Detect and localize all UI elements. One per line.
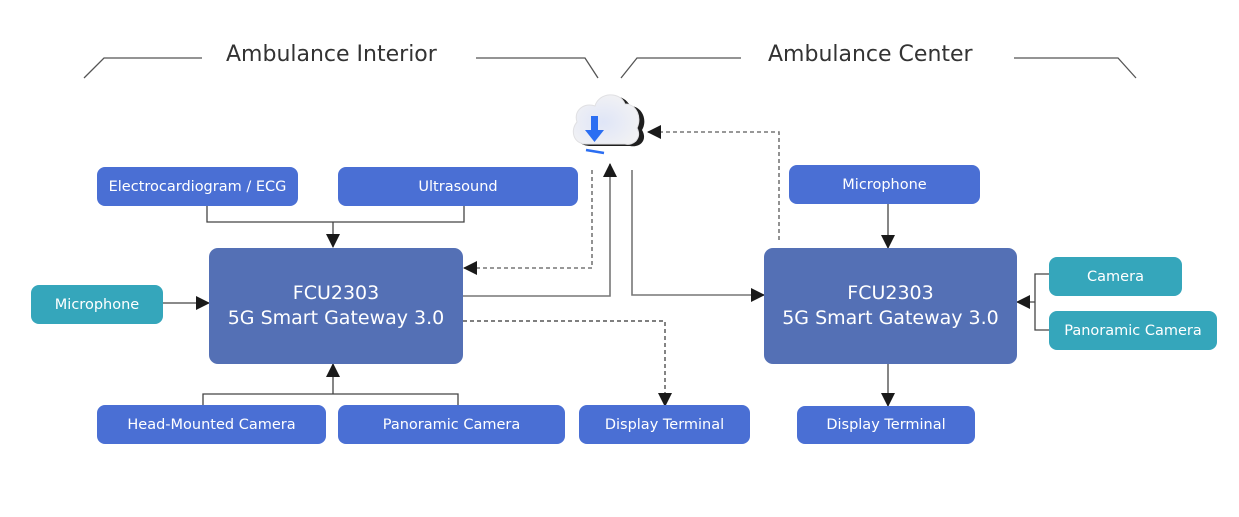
- node-left-panoramic-camera: Panoramic Camera: [338, 405, 565, 444]
- node-ecg: Electrocardiogram / ECG: [97, 167, 298, 206]
- connector-right-gateway-to-cloud: [647, 125, 780, 240]
- node-right-camera: Camera: [1049, 257, 1182, 296]
- left-gateway-name: 5G Smart Gateway 3.0: [227, 307, 445, 329]
- section-title-ambulance-center: Ambulance Center: [768, 42, 973, 67]
- right-gateway-name: 5G Smart Gateway 3.0: [782, 307, 999, 329]
- node-left-display-terminal: Display Terminal: [579, 405, 750, 444]
- connector-left-gateway-to-display: [463, 320, 672, 407]
- node-ultrasound: Ultrasound: [338, 167, 578, 206]
- node-right-panoramic-camera: Panoramic Camera: [1049, 311, 1217, 350]
- node-head-mounted-camera: Head-Mounted Camera: [97, 405, 326, 444]
- node-right-microphone: Microphone: [789, 165, 980, 204]
- right-gateway-model: FCU2303: [847, 282, 934, 304]
- left-gateway: FCU2303 5G Smart Gateway 3.0: [209, 248, 463, 364]
- left-gateway-model: FCU2303: [292, 282, 380, 304]
- section-title-ambulance-interior: Ambulance Interior: [226, 42, 437, 67]
- connector-cameras-to-left-gateway: [202, 363, 459, 405]
- right-gateway: FCU2303 5G Smart Gateway 3.0: [764, 248, 1017, 364]
- cloud-download-icon: [572, 94, 645, 155]
- node-left-microphone: Microphone: [31, 285, 163, 324]
- node-right-display-terminal: Display Terminal: [797, 406, 975, 444]
- connector-sensors-to-left-gateway: [206, 206, 465, 248]
- connector-right-cameras-to-gateway: [1016, 273, 1049, 331]
- connector-cloud-to-right-gateway: [631, 170, 765, 302]
